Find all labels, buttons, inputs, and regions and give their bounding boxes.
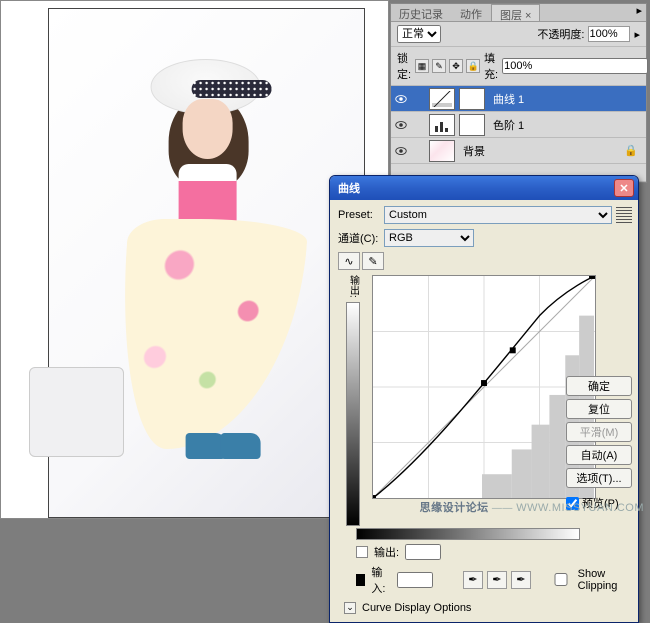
opacity-label: 不透明度: xyxy=(537,26,584,42)
dialog-title: 曲线 xyxy=(338,180,360,196)
fill-input[interactable] xyxy=(502,58,648,74)
output-swatch xyxy=(356,546,368,558)
output-gradient xyxy=(346,302,360,526)
lock-label: 锁定: xyxy=(397,50,411,82)
channel-select[interactable]: RGB xyxy=(384,229,474,247)
layer-mask-thumb xyxy=(459,88,485,110)
cancel-button[interactable]: 复位 xyxy=(566,399,632,419)
layer-name: 色阶 1 xyxy=(493,117,524,133)
input-input[interactable] xyxy=(397,572,433,588)
show-clipping-checkbox[interactable]: Show Clipping xyxy=(547,568,632,592)
layer-row-background[interactable]: 背景 🔒 xyxy=(391,138,646,164)
channel-label: 通道(C): xyxy=(338,230,380,246)
layer-name: 曲线 1 xyxy=(493,91,524,107)
eyedropper-white-icon[interactable]: ✒ xyxy=(511,571,531,589)
figure-graphic xyxy=(120,59,300,459)
curve-display-options-expander[interactable]: ⌄ Curve Display Options xyxy=(344,602,632,614)
close-icon[interactable]: ✕ xyxy=(614,179,634,197)
smooth-button[interactable]: 平滑(M) xyxy=(566,422,632,442)
curve-tool-pencil-icon[interactable]: ✎ xyxy=(362,252,384,270)
layer-thumb-image xyxy=(429,140,455,162)
lock-icons: ▦ ✎ ✥ 🔒 xyxy=(415,59,480,73)
canvas-image xyxy=(48,8,365,518)
layers-panel: 历史记录 动作 图层 × ▸ 正常 不透明度: ▸ 锁定: ▦ ✎ ✥ 🔒 填充… xyxy=(390,3,647,183)
watermark: 思缘设计论坛 —— WWW.MISSYUAN.COM xyxy=(420,499,644,515)
ok-button[interactable]: 确定 xyxy=(566,376,632,396)
preset-label: Preset: xyxy=(338,209,380,221)
input-swatch xyxy=(356,574,365,586)
layer-thumb-levels-icon xyxy=(429,114,455,136)
tab-actions[interactable]: 动作 xyxy=(452,4,491,21)
curves-dialog: 曲线 ✕ Preset: Custom 通道(C): RGB ∿ ✎ 输出: xyxy=(329,175,639,623)
opacity-input[interactable] xyxy=(588,26,630,42)
eyedropper-gray-icon[interactable]: ✒ xyxy=(487,571,507,589)
visibility-icon[interactable] xyxy=(393,117,409,133)
visibility-icon[interactable] xyxy=(393,143,409,159)
eyedropper-black-icon[interactable]: ✒ xyxy=(463,571,483,589)
curve-graph[interactable] xyxy=(372,275,596,499)
preset-menu-icon[interactable] xyxy=(616,207,632,223)
opacity-arrow-icon[interactable]: ▸ xyxy=(634,28,640,41)
visibility-icon[interactable] xyxy=(393,91,409,107)
layer-thumb-curves-icon xyxy=(429,88,455,110)
layer-row-levels[interactable]: 色阶 1 xyxy=(391,112,646,138)
curve-tool-buttons: ∿ ✎ xyxy=(338,252,384,270)
lock-position-icon[interactable]: ✥ xyxy=(449,59,463,73)
panel-tabs: 历史记录 动作 图层 × ▸ xyxy=(391,4,646,22)
chevron-icon: ⌄ xyxy=(344,602,356,614)
lock-icon: 🔒 xyxy=(624,144,638,157)
show-clipping-label: Show Clipping xyxy=(578,568,632,592)
show-clipping-input[interactable] xyxy=(547,573,575,586)
lock-pixels-icon[interactable]: ✎ xyxy=(432,59,446,73)
preset-select[interactable]: Custom xyxy=(384,206,612,224)
layer-name: 背景 xyxy=(463,143,485,159)
blend-mode-select[interactable]: 正常 xyxy=(397,25,441,43)
layer-mask-thumb xyxy=(459,114,485,136)
expander-label: Curve Display Options xyxy=(362,602,471,614)
layer-row-curves[interactable]: 曲线 1 xyxy=(391,86,646,112)
output-label: 输出: xyxy=(374,544,399,560)
output-axis-label: 输出: xyxy=(346,275,361,298)
input-gradient xyxy=(356,528,580,540)
tab-history[interactable]: 历史记录 xyxy=(391,4,452,21)
fill-label: 填充: xyxy=(484,50,498,82)
tab-layers[interactable]: 图层 × xyxy=(491,4,540,21)
suitcase-graphic xyxy=(29,367,124,457)
options-button[interactable]: 选项(T)... xyxy=(566,468,632,488)
input-label: 输入: xyxy=(371,564,391,596)
lock-transparency-icon[interactable]: ▦ xyxy=(415,59,429,73)
panel-menu-icon[interactable]: ▸ xyxy=(632,4,646,21)
dialog-titlebar[interactable]: 曲线 ✕ xyxy=(330,176,638,200)
curve-tool-point-icon[interactable]: ∿ xyxy=(338,252,360,270)
auto-button[interactable]: 自动(A) xyxy=(566,445,632,465)
output-input[interactable] xyxy=(405,544,441,560)
lock-all-icon[interactable]: 🔒 xyxy=(466,59,480,73)
